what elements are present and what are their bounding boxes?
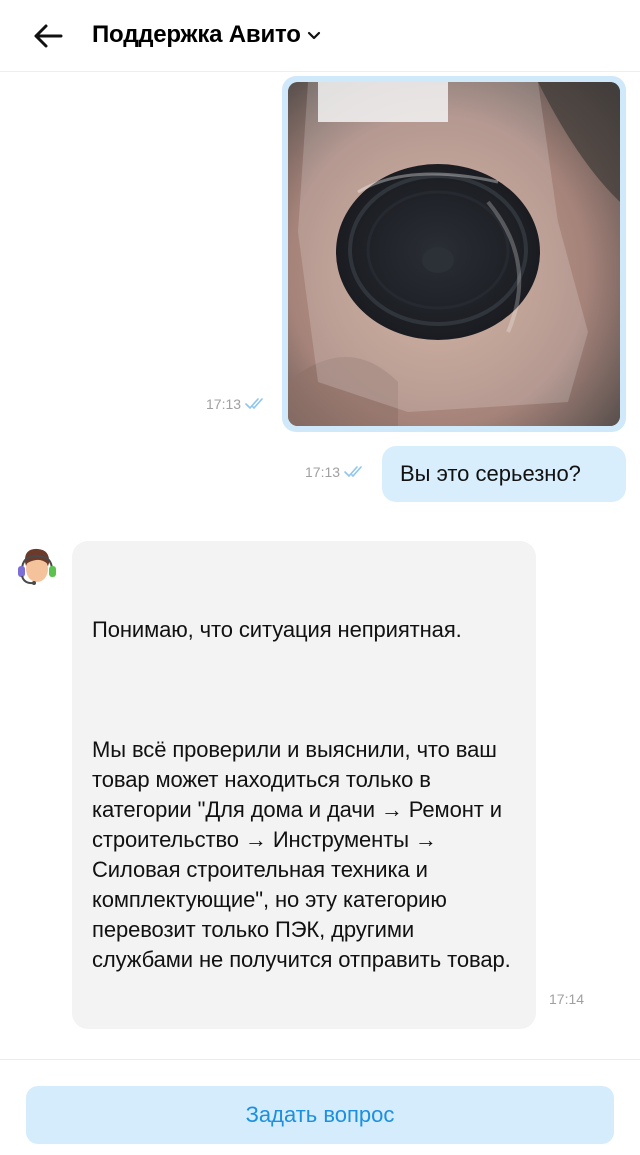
outgoing-message-time: 17:13 — [305, 464, 366, 480]
support-agent-avatar-icon — [12, 544, 60, 592]
outgoing-message-text: Вы это серьезно? — [400, 461, 581, 486]
photo-attachment[interactable] — [288, 82, 620, 426]
incoming-message-paragraph-2: Мы всё проверили и выяснили, что ваш тов… — [92, 737, 511, 972]
photo-message[interactable] — [282, 76, 626, 432]
chat-header: Поддержка Авито — [0, 0, 640, 72]
chevron-down-icon — [307, 31, 321, 41]
incoming-message-time: 17:14 — [549, 991, 585, 1007]
incoming-message-paragraph-1: Понимаю, что ситуация неприятная. — [92, 617, 462, 642]
double-check-icon — [344, 466, 362, 478]
double-check-icon — [245, 398, 263, 410]
arrow-left-icon — [34, 24, 63, 48]
photo-message-time: 17:13 — [206, 396, 267, 412]
incoming-message-bubble[interactable]: Понимаю, что ситуация неприятная. Мы всё… — [72, 541, 536, 1029]
chat-title-dropdown[interactable]: Поддержка Авито — [92, 18, 321, 52]
back-button[interactable] — [28, 18, 68, 54]
footer-divider — [0, 1059, 640, 1060]
chat-title: Поддержка Авито — [92, 21, 301, 48]
incoming-message-text: Понимаю, что ситуация неприятная. Мы всё… — [92, 555, 516, 1035]
outgoing-message-bubble[interactable]: Вы это серьезно? — [382, 446, 626, 502]
ask-question-button[interactable]: Задать вопрос — [26, 1086, 614, 1144]
